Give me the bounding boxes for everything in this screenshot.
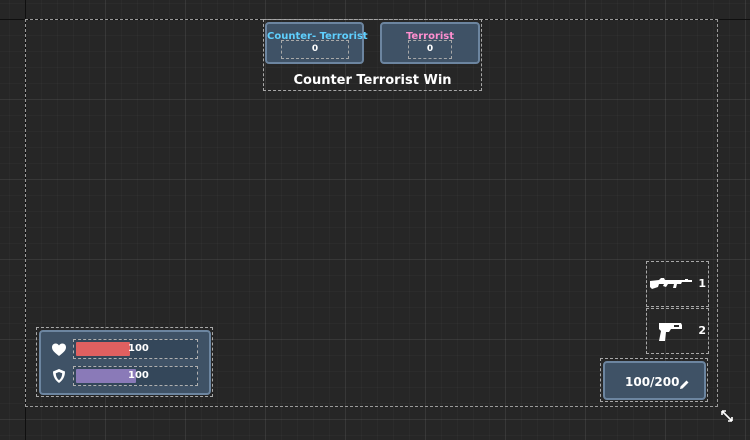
rifle-icon [649,274,693,298]
ct-score-box: 0 [281,40,349,59]
weapon-slot-2-number: 2 [698,324,706,337]
resize-handle-icon[interactable] [719,408,735,428]
weapon-slot-1-number: 1 [698,277,706,290]
heart-icon [51,342,67,358]
t-score-value: 0 [426,44,434,54]
ammo-panel: 100/200 [603,361,706,400]
ammo-count: 100/200 [625,375,680,389]
shield-icon [51,368,67,384]
weapon-slot-2[interactable]: 2 [646,308,709,354]
t-score-box: 0 [408,40,452,59]
ct-score-panel: Counter- Terrorist 0 [265,22,368,64]
health-bar-fill [76,342,130,356]
health-value: 100 [128,343,149,354]
armor-bar: 100 [73,366,198,386]
ct-score-value: 0 [311,44,319,54]
pistol-icon [657,321,685,347]
t-score-panel: Terrorist 0 [380,22,480,64]
armor-value: 100 [128,370,149,381]
armor-bar-fill [76,369,136,383]
weapon-slot-1[interactable]: 1 [646,261,709,307]
round-result-message: Counter Terrorist Win [293,73,452,88]
pencil-icon [678,376,690,395]
health-bar: 100 [73,339,198,359]
